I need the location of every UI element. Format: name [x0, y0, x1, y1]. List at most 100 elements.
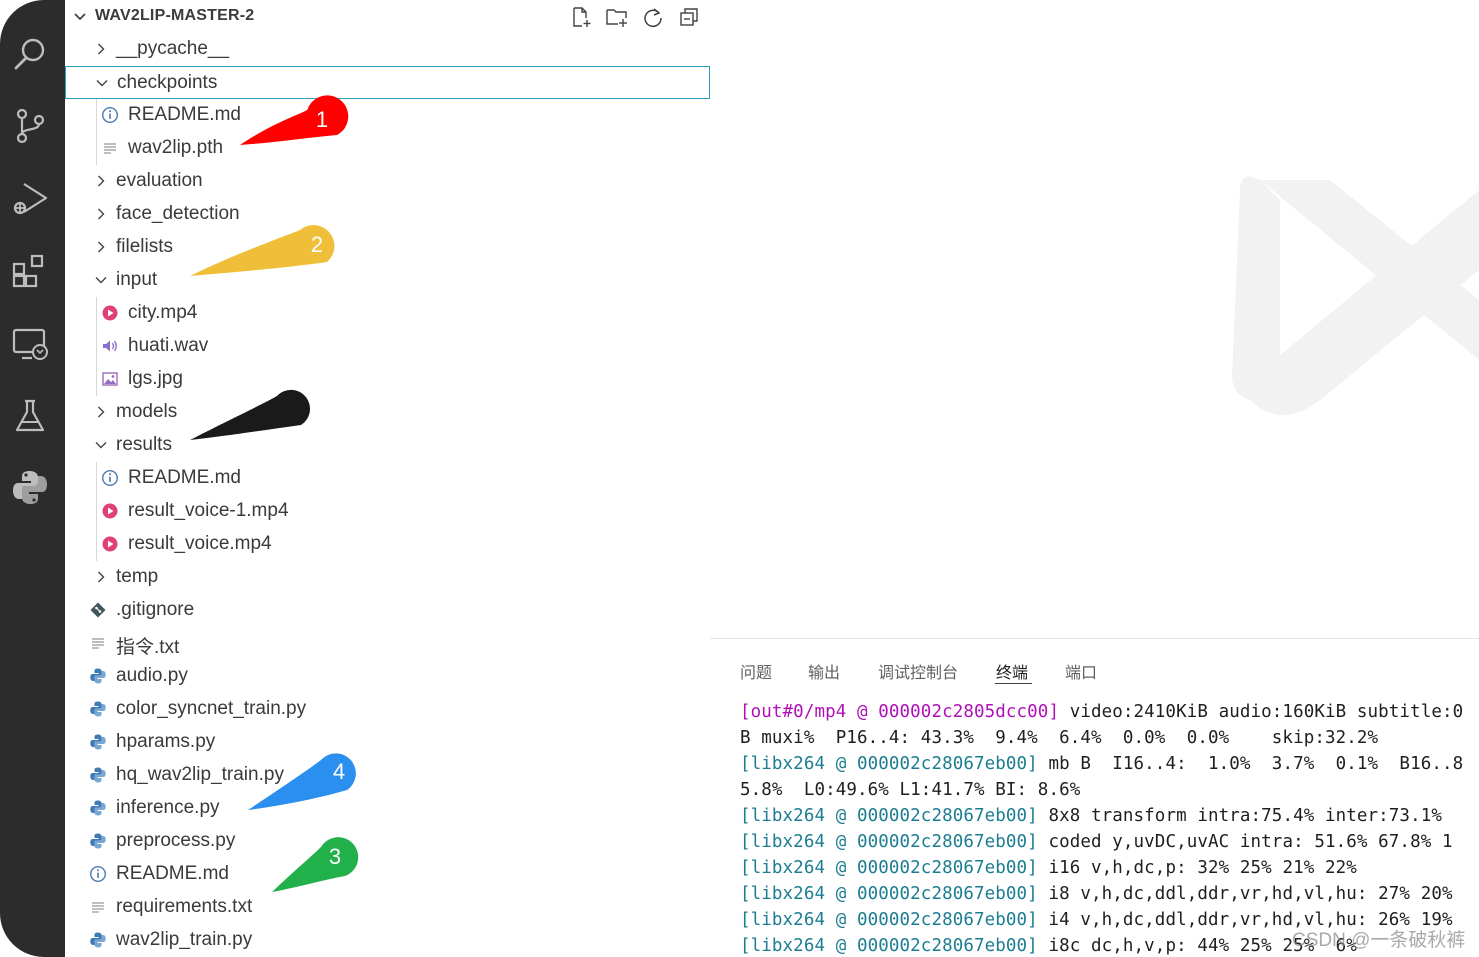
chevron-right-icon[interactable]	[93, 41, 109, 57]
tree-item-label: checkpoints	[117, 72, 218, 93]
terminal-tag: [libx264 @ 000002c28067eb00]	[740, 832, 1038, 852]
terminal-line: [libx264 @ 000002c28067eb00] i8c dc,h,v,…	[740, 936, 1357, 956]
git-icon	[89, 601, 107, 619]
python-icon[interactable]	[8, 465, 52, 509]
workspace-title[interactable]: WAV2LIP-MASTER-2	[95, 7, 254, 25]
tree-folder[interactable]: results	[65, 429, 710, 462]
tree-file[interactable]: city.mp4	[65, 297, 710, 330]
csdn-watermark: CSDN @一条破秋裤	[1292, 930, 1466, 951]
tab-problems[interactable]: 问题	[740, 659, 772, 683]
terminal-tag: [libx264 @ 000002c28067eb00]	[740, 754, 1038, 774]
tab-terminal[interactable]: 终端	[996, 659, 1028, 683]
python-file-icon	[89, 700, 107, 718]
python-file-icon	[89, 832, 107, 850]
tree-item-label: 指令.txt	[116, 637, 180, 658]
tree-file[interactable]: preprocess.py	[65, 825, 710, 858]
tree-file[interactable]: wav2lip_train.py	[65, 924, 710, 957]
chevron-down-icon[interactable]	[73, 10, 87, 24]
tree-file[interactable]: result_voice-1.mp4	[65, 495, 710, 528]
tree-item-label: inference.py	[116, 797, 220, 818]
tree-file[interactable]: color_syncnet_train.py	[65, 693, 710, 726]
tree-file[interactable]: README.md	[65, 99, 710, 132]
tree-item-label: color_syncnet_train.py	[116, 698, 307, 719]
video-file-icon	[101, 304, 119, 322]
tab-output[interactable]: 输出	[808, 659, 840, 683]
chevron-down-icon[interactable]	[93, 272, 109, 288]
terminal-line: [libx264 @ 000002c28067eb00] coded y,uvD…	[740, 832, 1453, 852]
tree-folder[interactable]: face_detection	[65, 198, 710, 231]
tree-file[interactable]: README.md	[65, 462, 710, 495]
tree-file[interactable]: README.md	[65, 858, 710, 891]
source-control-icon[interactable]	[8, 104, 52, 148]
tree-item-label: input	[116, 269, 158, 290]
tree-item-label: preprocess.py	[116, 830, 236, 851]
extensions-icon[interactable]	[8, 248, 52, 292]
video-file-icon	[101, 502, 119, 520]
tree-file[interactable]: hparams.py	[65, 726, 710, 759]
terminal-line: [out#0/mp4 @ 000002c2805dcc00] video:241…	[740, 702, 1463, 722]
tree-item-label: result_voice-1.mp4	[128, 500, 289, 521]
chevron-right-icon[interactable]	[93, 173, 109, 189]
chevron-right-icon[interactable]	[93, 569, 109, 585]
tree-file[interactable]: wav2lip.pth	[65, 132, 710, 165]
tree-folder[interactable]: models	[65, 396, 710, 429]
text-file-icon	[89, 634, 107, 652]
vscode-watermark-logo	[1232, 176, 1479, 415]
tree-file[interactable]: 指令.txt	[65, 627, 710, 660]
tree-folder[interactable]: input	[65, 264, 710, 297]
audio-file-icon	[101, 337, 119, 355]
terminal-line: [libx264 @ 000002c28067eb00] i16 v,h,dc,…	[740, 858, 1357, 878]
tree-file[interactable]: hq_wav2lip_train.py	[65, 759, 710, 792]
chevron-down-icon[interactable]	[94, 75, 110, 91]
terminal-line: B muxi% P16..4: 43.3% 9.4% 6.4% 0.0% 0.0…	[740, 728, 1378, 748]
new-file-button[interactable]	[568, 4, 594, 30]
tree-folder[interactable]: evaluation	[65, 165, 710, 198]
activity-bar	[0, 0, 65, 957]
testing-flask-icon[interactable]	[8, 394, 52, 438]
terminal-tag: [libx264 @ 000002c28067eb00]	[740, 936, 1038, 956]
tree-file[interactable]: lgs.jpg	[65, 363, 710, 396]
new-file-icon	[573, 7, 591, 27]
tree-file[interactable]: .gitignore	[65, 594, 710, 627]
tree-folder[interactable]: temp	[65, 561, 710, 594]
chevron-right-icon[interactable]	[93, 206, 109, 222]
tree-item-label: face_detection	[116, 203, 240, 224]
tree-folder[interactable]: __pycache__	[65, 33, 710, 66]
tab-ports[interactable]: 端口	[1065, 659, 1097, 683]
tree-file[interactable]: inference.py	[65, 792, 710, 825]
run-debug-icon[interactable]	[8, 176, 52, 220]
tree-item-label: huati.wav	[128, 335, 209, 356]
tree-file[interactable]: huati.wav	[65, 330, 710, 363]
terminal-tag: [libx264 @ 000002c28067eb00]	[740, 806, 1038, 826]
new-folder-button[interactable]	[604, 4, 630, 30]
collapse-all-icon	[680, 8, 698, 26]
chevron-right-icon[interactable]	[93, 404, 109, 420]
terminal-text: 5.8% L0:49.6% L1:41.7% BI: 8.6%	[740, 780, 1081, 800]
tab-debug-console[interactable]: 调试控制台	[878, 659, 958, 683]
tree-folder[interactable]: filelists	[65, 231, 710, 264]
indent-guide	[96, 99, 97, 165]
indent-guide	[96, 462, 97, 561]
terminal-tag: [libx264 @ 000002c28067eb00]	[740, 858, 1038, 878]
tree-folder[interactable]: checkpoints	[65, 66, 710, 99]
search-icon[interactable]	[8, 32, 52, 76]
terminal-text: i8 v,h,dc,ddl,ddr,vr,hd,vl,hu: 27% 20%	[1037, 884, 1453, 904]
tree-item-label: wav2lip_train.py	[116, 929, 253, 950]
explorer-sidebar: WAV2LIP-MASTER-2 __pycache__ checkpoints R…	[65, 0, 710, 957]
editor-area	[710, 0, 1479, 638]
image-file-icon	[101, 370, 119, 388]
terminal-text: 8x8 transform intra:75.4% inter:73.1%	[1037, 806, 1442, 826]
tree-file[interactable]: audio.py	[65, 660, 710, 693]
chevron-down-icon[interactable]	[93, 437, 109, 453]
tree-item-label: wav2lip.pth	[128, 137, 224, 158]
info-icon	[101, 469, 119, 487]
chevron-right-icon[interactable]	[93, 239, 109, 255]
python-file-icon	[89, 799, 107, 817]
remote-explorer-icon[interactable]	[8, 322, 52, 366]
tree-item-label: hq_wav2lip_train.py	[116, 764, 284, 785]
tree-item-label: README.md	[128, 104, 241, 125]
collapse-all-button[interactable]	[676, 4, 702, 30]
tree-file[interactable]: requirements.txt	[65, 891, 710, 924]
refresh-button[interactable]	[640, 4, 666, 30]
tree-file[interactable]: result_voice.mp4	[65, 528, 710, 561]
